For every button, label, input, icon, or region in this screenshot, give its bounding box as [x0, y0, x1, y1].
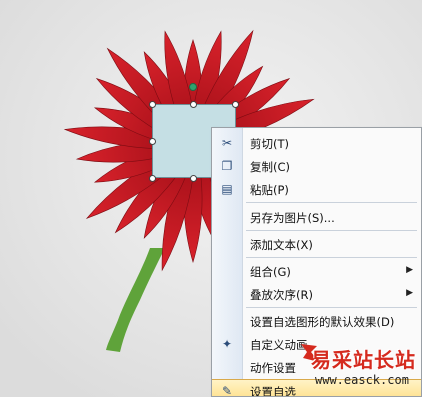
- paste-icon: ▤: [221, 182, 233, 196]
- menu-item-set-default-effect[interactable]: 设置自选图形的默认效果(D): [212, 310, 421, 332]
- submenu-arrow-icon: ▶: [406, 288, 413, 298]
- format-shape-icon: ✎: [221, 384, 233, 397]
- menu-item-copy[interactable]: ❐ 复制(C): [212, 155, 421, 177]
- menu-item-order[interactable]: 叠放次序(R) ▶: [212, 283, 421, 305]
- copy-icon: ❐: [221, 159, 233, 173]
- resize-handle-bottom-left[interactable]: [149, 175, 156, 182]
- menu-item-cut[interactable]: ✂ 剪切(T): [212, 132, 421, 154]
- menu-item-paste[interactable]: ▤ 粘贴(P): [212, 178, 421, 200]
- watermark-text: 易采站长站: [311, 348, 416, 372]
- resize-handle-left[interactable]: [149, 138, 156, 145]
- menu-item-save-as-picture[interactable]: 另存为图片(S)...: [212, 206, 421, 228]
- watermark: 易采站长站 www.easck.com: [297, 338, 422, 397]
- watermark-url: www.easck.com: [315, 373, 409, 387]
- resize-handle-top-left[interactable]: [149, 101, 156, 108]
- cut-icon: ✂: [221, 136, 233, 150]
- resize-handle-top-right[interactable]: [232, 101, 239, 108]
- custom-animation-icon: ✦: [221, 337, 233, 351]
- menu-separator: [246, 307, 417, 308]
- resize-handle-top[interactable]: [190, 101, 197, 108]
- menu-item-add-text[interactable]: 添加文本(X): [212, 233, 421, 255]
- resize-handle-bottom[interactable]: [190, 175, 197, 182]
- submenu-arrow-icon: ▶: [406, 265, 413, 275]
- rotation-handle[interactable]: [189, 83, 197, 91]
- menu-separator: [246, 202, 417, 203]
- menu-item-group[interactable]: 组合(G) ▶: [212, 260, 421, 282]
- menu-separator: [246, 257, 417, 258]
- menu-separator: [246, 230, 417, 231]
